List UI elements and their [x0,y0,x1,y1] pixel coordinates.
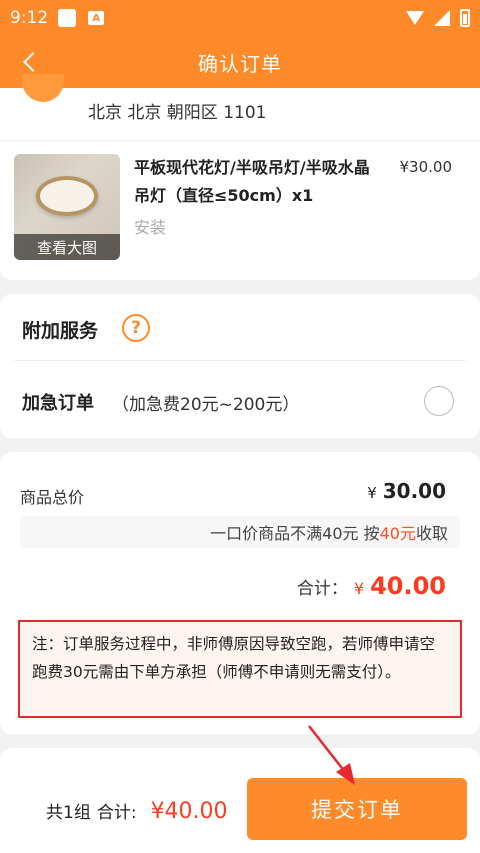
address-text[interactable]: 北京 北京 朝阳区 1101 [88,98,266,123]
status-bar: 9:12 A [0,0,480,36]
status-icons [406,9,470,27]
price-summary-card: 商品总价 ¥30.00 一口价商品不满40元 按 40元 收取 合计： ¥ 40.0… [0,452,480,734]
order-item-card: 北京 北京 朝阳区 1101 查看大图 平板现代花灯/半吸吊灯/半吸水晶吊灯（直… [0,74,480,280]
product-thumbnail[interactable]: 查看大图 [14,154,120,260]
order-total: 合计： ¥ 40.00 [297,572,446,600]
total-value: 40.00 [370,572,446,600]
item-count: 共1组 [46,803,91,823]
extra-services-card: 附加服务 ? 加急订单 （加急费20元~200元） [0,294,480,438]
urgent-order-radio[interactable] [424,386,454,416]
urgent-order-label: 加急订单 [22,393,94,414]
divider [14,360,466,361]
product-price: ¥30.00 [399,158,453,176]
app-header: 确认订单 [0,36,480,88]
goods-total-label: 商品总价 [20,488,85,507]
fixed-note-prefix: 一口价商品不满40元 按 [210,524,380,543]
fixed-note-highlight: 40元 [379,524,416,543]
battery-icon [460,9,470,27]
bottom-summary: 共1组 合计: ¥40.00 [46,798,228,824]
wifi-icon [406,11,424,25]
bottom-total-label: 合计: [96,803,137,823]
product-service-type: 安装 [134,218,167,237]
status-time: 9:12 [10,8,49,28]
bottom-action-bar: 共1组 合计: ¥40.00 提交订单 [0,748,480,853]
chevron-left-icon [23,52,43,72]
notification-app-icon: A [88,11,105,25]
fixed-price-note: 一口价商品不满40元 按 40元 收取 [20,516,460,548]
bottom-total-amount: ¥40.00 [150,799,228,824]
goods-total-value: ¥30.00 [367,479,446,503]
ceiling-lamp-image [36,176,98,216]
divider [0,140,480,141]
location-icon [22,74,64,102]
notification-square-icon [58,9,77,27]
total-currency: ¥ [353,579,365,598]
fixed-note-suffix: 收取 [415,524,448,543]
urgent-fee-note: （加急费20元~200元） [112,395,300,415]
submit-order-button[interactable]: 提交订单 [247,778,467,840]
signal-icon [434,10,450,26]
help-question-icon[interactable]: ? [122,314,150,342]
goods-total-amount: 30.00 [382,479,446,503]
goods-total-currency: ¥ [367,484,377,502]
view-large-image-button[interactable]: 查看大图 [14,234,120,260]
page-title: 确认订单 [198,51,282,76]
empty-trip-warning: 注：订单服务过程中，非师傅原因导致空跑，若师傅申请空跑费30元需由下单方承担（师… [18,620,462,718]
extra-services-title: 附加服务 [22,320,99,342]
total-label: 合计： [296,579,348,599]
product-name: 平板现代花灯/半吸吊灯/半吸水晶吊灯（直径≤50cm）x1 [134,158,370,205]
